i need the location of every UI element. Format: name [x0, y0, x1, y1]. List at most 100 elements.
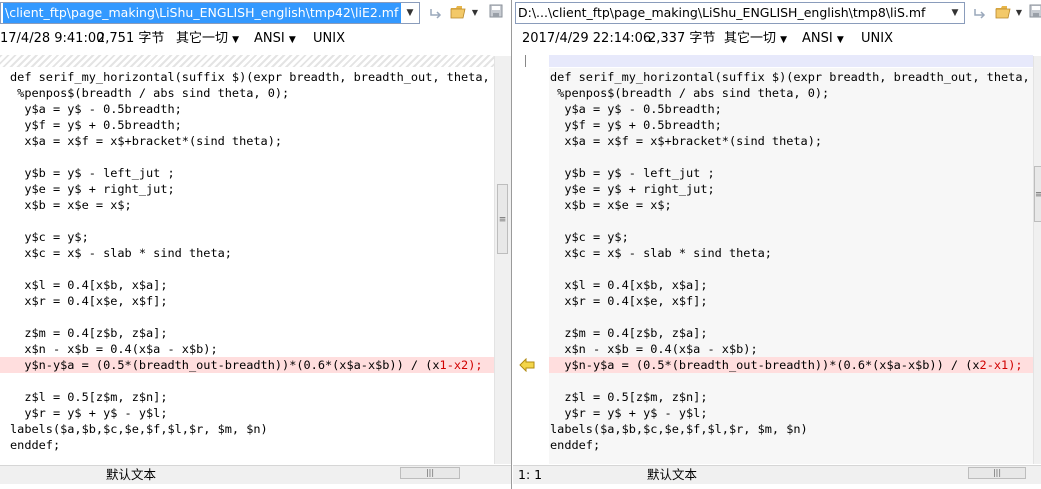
code-line: x$c = x$ - slab * sind theta;: [10, 246, 232, 260]
right-code-view[interactable]: def serif_my_horizontal(suffix $)(expr b…: [550, 69, 1041, 453]
code-line: x$l = 0.4[x$b, x$a];: [10, 278, 168, 292]
right-info-bar: 2017/4/29 22:14:06 2,337 字节 其它一切 ▼ ANSI …: [513, 27, 1041, 51]
code-line: y$b = y$ - left_jut ;: [10, 166, 175, 180]
diff-segment-mid: -x: [986, 358, 1002, 372]
left-file-pane: \client_ftp\page_making\LiShu_ENGLISH_en…: [0, 0, 512, 489]
left-scroll-thumb[interactable]: ≡: [497, 184, 508, 254]
chevron-down-icon[interactable]: ▼: [470, 4, 480, 22]
right-lineend-label: UNIX: [861, 31, 893, 46]
right-filter-label: 其它一切: [724, 31, 777, 46]
copy-left-arrow-icon[interactable]: [519, 357, 535, 373]
code-line: x$a = x$f = x$+bracket*(sind theta);: [550, 134, 823, 148]
right-mode-label: 默认文本: [647, 467, 698, 482]
save-icon[interactable]: [487, 4, 505, 22]
diff-segment-a: 1: [439, 358, 447, 372]
chevron-down-icon: ▼: [288, 35, 296, 45]
chevron-down-icon[interactable]: ▼: [403, 3, 417, 23]
code-line: x$c = x$ - slab * sind theta;: [550, 246, 772, 260]
left-lineend-label: UNIX: [313, 31, 345, 46]
chevron-down-icon: ▼: [836, 35, 844, 45]
code-line: y$b = y$ - left_jut ;: [550, 166, 715, 180]
left-encoding-label: ANSI: [254, 31, 285, 46]
code-line: y$r = y$ + y$ - y$l;: [550, 406, 708, 420]
diff-segment-prefix: y$n-y$a = (0.5*(breadth_out-breadth))*(0…: [550, 358, 980, 372]
code-line: y$f = y$ + 0.5breadth;: [550, 118, 722, 132]
code-line: x$b = x$e = x$;: [550, 198, 672, 212]
left-filter-dropdown[interactable]: 其它一切 ▼: [176, 27, 239, 52]
code-line: x$r = 0.4[x$e, x$f];: [10, 294, 168, 308]
left-file-size: 2,751 字节: [97, 31, 165, 46]
code-line: z$m = 0.4[z$b, z$a];: [10, 326, 168, 340]
right-encoding-label: ANSI: [802, 31, 833, 46]
right-file-date: 2017/4/29 22:14:06: [522, 31, 652, 46]
diff-code-line: y$n-y$a = (0.5*(breadth_out-breadth))*(0…: [550, 357, 1041, 373]
code-line: y$a = y$ - 0.5breadth;: [10, 102, 182, 116]
diff-code-line: y$n-y$a = (0.5*(breadth_out-breadth))*(0…: [10, 357, 504, 373]
code-line: z$l = 0.5[z$m, z$n];: [10, 390, 168, 404]
right-encoding-dropdown[interactable]: ANSI ▼: [802, 27, 844, 52]
chevron-down-icon: ▼: [780, 35, 788, 45]
back-arrow-icon[interactable]: [427, 4, 445, 22]
text-cursor: [525, 55, 526, 67]
code-line: y$f = y$ + 0.5breadth;: [10, 118, 182, 132]
left-code-view[interactable]: def serif_my_horizontal(suffix $)(expr b…: [10, 69, 504, 453]
chevron-down-icon[interactable]: ▼: [1014, 4, 1024, 22]
right-path-combobox[interactable]: D:\...\client_ftp\page_making\LiShu_ENGL…: [515, 2, 965, 24]
code-line: y$r = y$ + y$ - y$l;: [10, 406, 168, 420]
code-line: x$n - x$b = 0.4(x$a - x$b);: [550, 342, 758, 356]
right-empty-band: [549, 55, 1033, 67]
right-path-text: D:\...\client_ftp\page_making\LiShu_ENGL…: [518, 5, 926, 20]
code-line: x$n - x$b = 0.4(x$a - x$b);: [10, 342, 218, 356]
left-info-bar: 17/4/28 9:41:00 2,751 字节 其它一切 ▼ ANSI ▼ U…: [0, 27, 511, 51]
left-vertical-scrollbar[interactable]: ≡: [494, 56, 511, 464]
right-scroll-thumb[interactable]: ≡: [1034, 166, 1041, 222]
left-encoding-dropdown[interactable]: ANSI ▼: [254, 27, 296, 52]
code-line: y$e = y$ + right_jut;: [550, 182, 715, 196]
left-empty-band: [0, 55, 494, 67]
diff-segment-mid: -x: [446, 358, 462, 372]
code-line: enddef;: [10, 438, 61, 452]
right-file-pane: D:\...\client_ftp\page_making\LiShu_ENGL…: [513, 0, 1041, 489]
left-file-date: 17/4/28 9:41:00: [0, 31, 105, 46]
chevron-down-icon[interactable]: ▼: [948, 3, 962, 23]
right-filter-dropdown[interactable]: 其它一切 ▼: [724, 27, 787, 52]
code-line: x$a = x$f = x$+bracket*(sind theta);: [10, 134, 283, 148]
code-line: x$l = 0.4[x$b, x$a];: [550, 278, 708, 292]
code-line: %penpos$(breadth / abs sind theta, 0);: [550, 86, 830, 100]
code-line: y$c = y$;: [10, 230, 89, 244]
diff-segment-prefix: y$n-y$a = (0.5*(breadth_out-breadth))*(0…: [10, 358, 440, 372]
code-line: z$l = 0.5[z$m, z$n];: [550, 390, 708, 404]
left-path-text: \client_ftp\page_making\LiShu_ENGLISH_en…: [3, 3, 401, 23]
diff-segment-suffix: );: [468, 358, 483, 372]
code-line: def serif_my_horizontal(suffix $)(expr b…: [10, 70, 504, 84]
code-line: %penpos$(breadth / abs sind theta, 0);: [10, 86, 290, 100]
code-line: y$e = y$ + right_jut;: [10, 182, 175, 196]
folder-open-icon[interactable]: [450, 4, 468, 22]
code-line: def serif_my_horizontal(suffix $)(expr b…: [550, 70, 1041, 84]
code-line: x$r = 0.4[x$e, x$f];: [550, 294, 708, 308]
code-line: y$c = y$;: [550, 230, 629, 244]
diff-segment-a: 2: [979, 358, 987, 372]
left-horizontal-scroll-thumb[interactable]: |||: [400, 467, 460, 479]
folder-open-icon[interactable]: [995, 4, 1013, 22]
save-icon[interactable]: [1027, 4, 1041, 22]
left-mode-label: 默认文本: [106, 467, 157, 482]
right-status-bar: 1: 1 默认文本: [513, 465, 1041, 484]
code-line: enddef;: [550, 438, 601, 452]
right-vertical-scrollbar[interactable]: ≡: [1033, 56, 1041, 464]
code-line: x$b = x$e = x$;: [10, 198, 132, 212]
back-arrow-icon[interactable]: [971, 4, 989, 22]
left-path-combobox[interactable]: \client_ftp\page_making\LiShu_ENGLISH_en…: [0, 2, 420, 24]
right-file-size: 2,337 字节: [648, 31, 716, 46]
right-horizontal-scroll-thumb[interactable]: |||: [968, 467, 1026, 479]
